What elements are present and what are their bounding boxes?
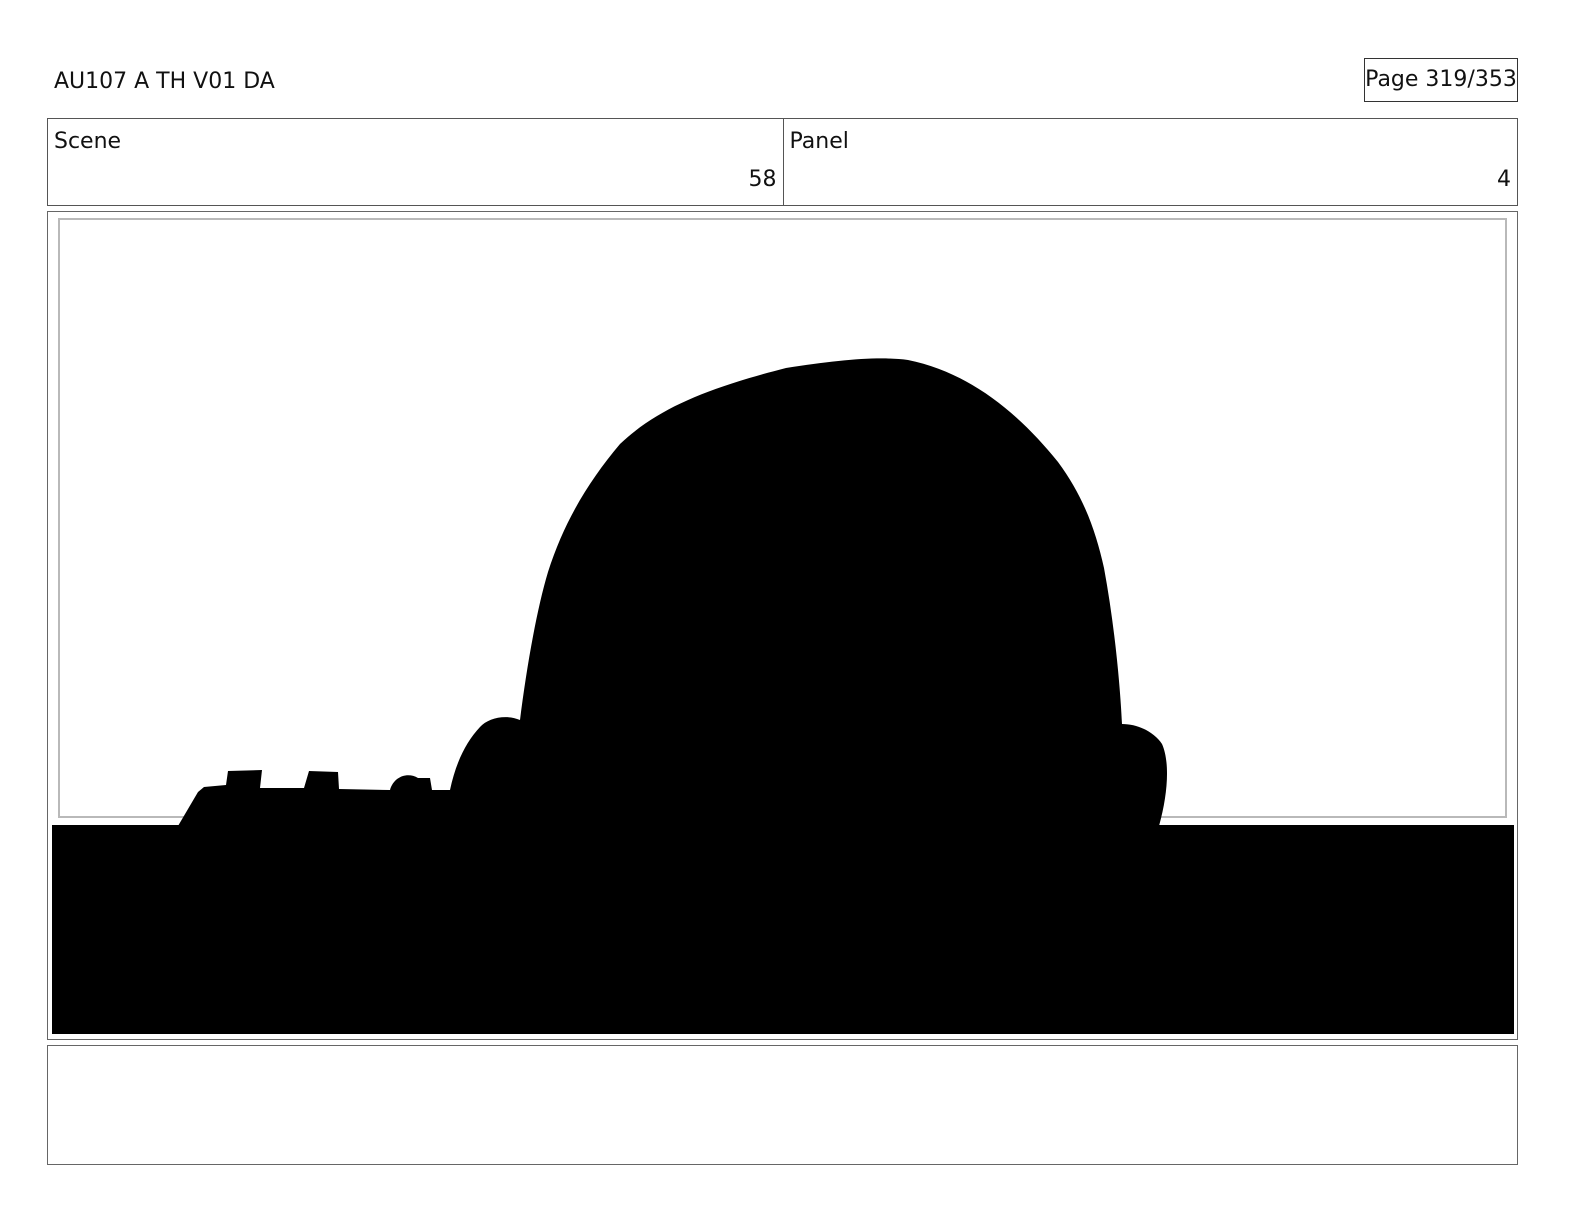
scene-cell: Scene 58	[48, 119, 783, 205]
panel-notes-box	[47, 1045, 1518, 1165]
foreground-band	[52, 825, 1514, 1034]
scene-label: Scene	[54, 129, 122, 154]
page-number-box: Page 319/353	[1364, 58, 1518, 102]
head-silhouette	[178, 358, 1168, 826]
storyboard-page: AU107 A TH V01 DA Page 319/353 Scene 58 …	[0, 0, 1584, 1224]
document-title: AU107 A TH V01 DA	[54, 69, 275, 94]
scene-panel-info-row: Scene 58 Panel 4	[47, 118, 1518, 206]
scene-number: 58	[748, 167, 777, 192]
panel-cell: Panel 4	[782, 119, 1518, 205]
panel-label: Panel	[789, 129, 849, 154]
storyboard-panel-frame	[47, 211, 1518, 1040]
silhouette-image	[52, 358, 1514, 1034]
panel-number: 4	[1497, 167, 1511, 192]
